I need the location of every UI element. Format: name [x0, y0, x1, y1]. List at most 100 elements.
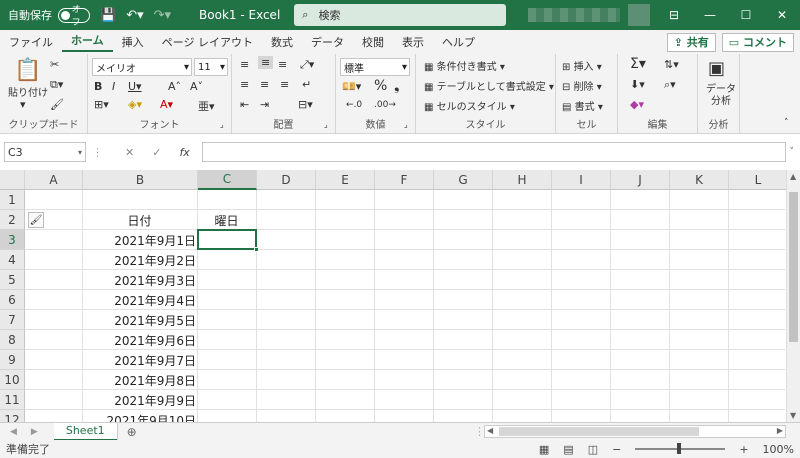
- row-header-4[interactable]: 4: [0, 250, 25, 270]
- column-header-e[interactable]: E: [316, 170, 375, 190]
- currency-icon[interactable]: 💴▾: [342, 80, 361, 93]
- cell-b12[interactable]: 2021年9月10日: [83, 410, 196, 423]
- decrease-decimal-icon[interactable]: .00→: [374, 100, 396, 110]
- format-cells-button[interactable]: ▤ 書式 ▾: [562, 98, 603, 113]
- worksheet-grid[interactable]: A B C D E F G H I J K L 1 2 3 4 5 6 7 8 9 10 11 12 日付 曜日 2021年9月1日…: [0, 170, 800, 422]
- comment-button[interactable]: ▭ コメント: [721, 32, 794, 52]
- normal-view-icon[interactable]: ▦: [539, 443, 549, 456]
- prev-sheet-icon[interactable]: ◀: [10, 427, 17, 437]
- formula-input[interactable]: [201, 142, 786, 162]
- phonetic-icon[interactable]: 亜▾: [198, 98, 215, 114]
- scroll-right-icon[interactable]: ▶: [777, 426, 783, 435]
- border-icon[interactable]: ⊞▾: [94, 98, 109, 111]
- find-select-icon[interactable]: ⌕▾: [664, 78, 676, 92]
- cut-icon[interactable]: ✂: [50, 58, 59, 71]
- row-header-1[interactable]: 1: [0, 190, 25, 210]
- cell-styles-button[interactable]: ▦ セルのスタイル ▾: [424, 98, 515, 113]
- column-header-i[interactable]: I: [552, 170, 611, 190]
- row-header-3[interactable]: 3: [0, 230, 25, 250]
- tab-home[interactable]: ホーム: [62, 32, 113, 52]
- font-name-select[interactable]: メイリオ ▾: [92, 58, 192, 76]
- align-middle-icon[interactable]: ≡: [258, 56, 274, 69]
- column-header-j[interactable]: J: [611, 170, 670, 190]
- paste-dropdown-icon[interactable]: ▾: [20, 98, 26, 111]
- clear-icon[interactable]: ◆▾: [630, 98, 644, 111]
- cell-b6[interactable]: 2021年9月4日: [83, 290, 196, 310]
- comma-style-icon[interactable]: ❟: [394, 78, 400, 94]
- percent-icon[interactable]: %: [374, 78, 387, 94]
- align-top-icon[interactable]: ≡: [240, 58, 249, 71]
- data-analysis-button[interactable]: データ 分析: [706, 84, 736, 108]
- column-header-l[interactable]: L: [729, 170, 788, 190]
- zoom-slider-thumb[interactable]: [677, 443, 682, 454]
- enter-icon[interactable]: ✓: [152, 146, 161, 159]
- search-box[interactable]: ⌕ 検索: [294, 4, 507, 26]
- cell-b2[interactable]: 日付: [83, 210, 196, 230]
- horizontal-scroll-thumb[interactable]: [499, 427, 699, 436]
- cell-b5[interactable]: 2021年9月3日: [83, 270, 196, 290]
- row-header-10[interactable]: 10: [0, 370, 25, 390]
- column-header-c[interactable]: C: [198, 170, 257, 190]
- zoom-in-icon[interactable]: +: [739, 443, 748, 456]
- avatar[interactable]: [628, 4, 651, 26]
- column-header-d[interactable]: D: [257, 170, 316, 190]
- insert-function-icon[interactable]: fx: [179, 146, 189, 159]
- italic-icon[interactable]: I: [112, 80, 115, 93]
- decrease-font-icon[interactable]: A˅: [190, 80, 203, 93]
- vertical-scrollbar[interactable]: ▲ ▼: [786, 170, 800, 422]
- next-sheet-icon[interactable]: ▶: [31, 427, 38, 437]
- undo-icon[interactable]: ↶▾: [126, 8, 143, 23]
- format-as-table-button[interactable]: ▦ テーブルとして書式設定 ▾: [424, 78, 554, 93]
- add-sheet-icon[interactable]: ⊕: [127, 425, 137, 439]
- column-header-h[interactable]: H: [493, 170, 552, 190]
- number-format-select[interactable]: 標準 ▾: [340, 58, 410, 76]
- row-header-9[interactable]: 9: [0, 350, 25, 370]
- cell-b7[interactable]: 2021年9月5日: [83, 310, 196, 330]
- row-header-12[interactable]: 12: [0, 410, 25, 422]
- horizontal-scrollbar[interactable]: ◀ ▶: [484, 425, 786, 438]
- save-icon[interactable]: 💾: [100, 8, 116, 23]
- conditional-formatting-button[interactable]: ▦ 条件付き書式 ▾: [424, 58, 505, 73]
- align-bottom-icon[interactable]: ≡: [278, 58, 287, 71]
- increase-font-icon[interactable]: A˄: [168, 80, 181, 93]
- increase-decimal-icon[interactable]: ←.0: [346, 100, 362, 110]
- paste-options-icon[interactable]: 🖌: [28, 212, 44, 228]
- bold-icon[interactable]: B: [94, 80, 102, 93]
- merge-center-icon[interactable]: ⊟▾: [298, 98, 313, 111]
- cell-b3[interactable]: 2021年9月1日: [83, 230, 196, 250]
- underline-icon[interactable]: U▾: [128, 80, 142, 93]
- share-button[interactable]: ⇪ 共有: [666, 32, 716, 52]
- page-break-view-icon[interactable]: ◫: [588, 443, 598, 456]
- align-left-icon[interactable]: ≡: [240, 78, 249, 91]
- zoom-slider[interactable]: [635, 443, 726, 454]
- row-header-8[interactable]: 8: [0, 330, 25, 350]
- zoom-out-icon[interactable]: −: [612, 443, 621, 456]
- row-header-2[interactable]: 2: [0, 210, 25, 230]
- name-box[interactable]: C3 ▾: [4, 142, 86, 162]
- collapse-ribbon-icon[interactable]: ˄: [784, 118, 789, 128]
- cancel-icon[interactable]: ✕: [125, 146, 134, 159]
- column-header-f[interactable]: F: [375, 170, 434, 190]
- align-right-icon[interactable]: ≡: [280, 78, 289, 91]
- page-layout-view-icon[interactable]: ▤: [563, 443, 573, 456]
- tab-insert[interactable]: 挿入: [113, 34, 153, 50]
- fill-icon[interactable]: ⬇▾: [630, 78, 645, 91]
- wrap-text-icon[interactable]: ↵: [302, 78, 311, 91]
- align-center-icon[interactable]: ≡: [260, 78, 269, 91]
- cell-c2[interactable]: 曜日: [198, 210, 255, 230]
- font-color-icon[interactable]: A▾: [160, 98, 173, 111]
- redo-icon[interactable]: ↷▾: [154, 8, 171, 23]
- zoom-level[interactable]: 100%: [763, 443, 794, 456]
- tab-data[interactable]: データ: [302, 34, 353, 50]
- orientation-icon[interactable]: ⤢▾: [300, 58, 314, 72]
- increase-indent-icon[interactable]: ⇥: [260, 98, 269, 111]
- row-header-11[interactable]: 11: [0, 390, 25, 410]
- delete-cells-button[interactable]: ⊟ 削除 ▾: [562, 78, 602, 93]
- font-size-select[interactable]: 11 ▾: [194, 58, 228, 76]
- paste-label[interactable]: 貼り付け: [8, 84, 48, 99]
- copy-icon[interactable]: ⧉▾: [50, 78, 63, 92]
- sheet-tab-sheet1[interactable]: Sheet1: [53, 422, 117, 441]
- minimize-icon[interactable]: —: [692, 8, 728, 22]
- row-header-7[interactable]: 7: [0, 310, 25, 330]
- cell-b4[interactable]: 2021年9月2日: [83, 250, 196, 270]
